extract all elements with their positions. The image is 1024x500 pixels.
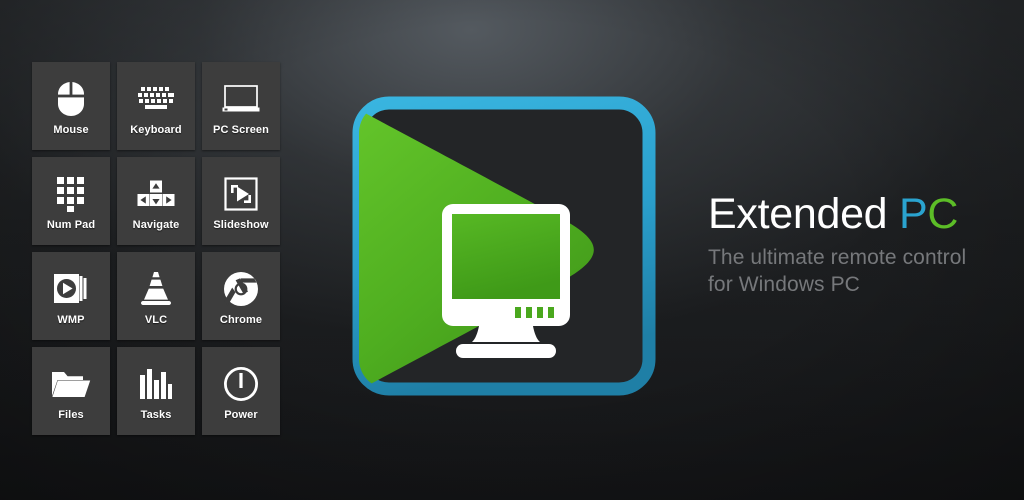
brand-text-block: Extended PC The ultimate remote control … xyxy=(708,192,966,299)
dpad-navigate-icon xyxy=(136,174,176,214)
tile-label: Power xyxy=(224,409,258,421)
tile-wmp[interactable]: WMP xyxy=(32,252,110,340)
tile-power[interactable]: Power xyxy=(202,347,280,435)
tile-chrome[interactable]: Chrome xyxy=(202,252,280,340)
tile-mouse[interactable]: Mouse xyxy=(32,62,110,150)
brand-title-main: Extended xyxy=(708,190,888,238)
tile-navigate[interactable]: Navigate xyxy=(117,157,195,245)
brand-subtitle: The ultimate remote control for Windows … xyxy=(708,244,966,299)
vlc-cone-icon xyxy=(136,269,176,309)
remote-control-tile-grid: Mouse Keyboard PC Screen Num Pad Navigat… xyxy=(32,62,286,435)
tile-vlc[interactable]: VLC xyxy=(117,252,195,340)
tile-label: Num Pad xyxy=(46,219,96,231)
brand-subtitle-line-1: The ultimate remote control xyxy=(708,245,967,269)
tile-label: VLC xyxy=(144,314,168,326)
brand-subtitle-line-2: for Windows PC xyxy=(708,273,860,297)
tile-label: Mouse xyxy=(53,124,89,136)
windows-media-player-icon xyxy=(51,269,91,309)
tile-slideshow[interactable]: Slideshow xyxy=(202,157,280,245)
pc-screen-icon xyxy=(221,79,261,119)
brand-title-accent-c: C xyxy=(927,190,959,238)
slideshow-icon xyxy=(221,174,261,214)
chrome-icon xyxy=(221,269,261,309)
keyboard-icon xyxy=(136,79,176,119)
tile-pc-screen[interactable]: PC Screen xyxy=(202,62,280,150)
tile-tasks[interactable]: Tasks xyxy=(117,347,195,435)
mouse-icon xyxy=(51,79,91,119)
num-pad-icon xyxy=(51,174,91,214)
brand-title-accent-p: P xyxy=(898,190,928,238)
tile-label: Tasks xyxy=(140,409,172,421)
tile-label: PC Screen xyxy=(213,124,269,136)
folder-icon xyxy=(51,364,91,404)
tile-label: Slideshow xyxy=(213,219,269,231)
tile-label: Chrome xyxy=(219,314,263,326)
power-icon xyxy=(221,364,261,404)
brand-title: Extended PC xyxy=(708,192,966,237)
tile-label: Keyboard xyxy=(130,124,182,136)
tile-label: Files xyxy=(58,409,84,421)
promo-banner: Mouse Keyboard PC Screen Num Pad Navigat… xyxy=(0,0,1024,500)
tile-num-pad[interactable]: Num Pad xyxy=(32,157,110,245)
tile-label: WMP xyxy=(57,314,85,326)
tile-keyboard[interactable]: Keyboard xyxy=(117,62,195,150)
tile-files[interactable]: Files xyxy=(32,347,110,435)
bar-chart-tasks-icon xyxy=(136,364,176,404)
extended-pc-app-logo xyxy=(352,96,664,404)
tile-label: Navigate xyxy=(132,219,180,231)
